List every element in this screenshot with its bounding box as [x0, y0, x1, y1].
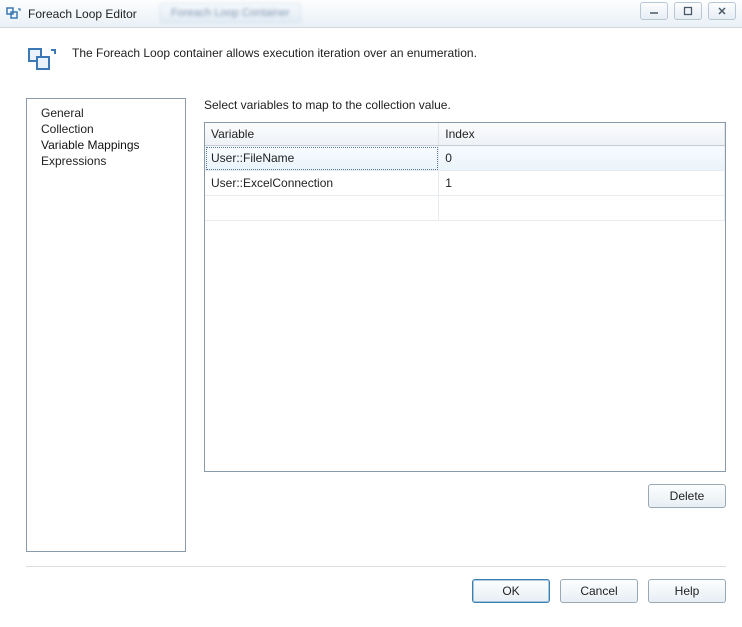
cell-index[interactable]: [439, 196, 725, 221]
variable-mapping-grid[interactable]: Variable Index User::FileName 0 User::Ex…: [204, 122, 726, 472]
column-header-index[interactable]: Index: [439, 123, 725, 146]
cell-variable[interactable]: User::FileName: [205, 146, 439, 171]
help-button[interactable]: Help: [648, 579, 726, 603]
cell-variable[interactable]: User::ExcelConnection: [205, 171, 439, 196]
foreach-loop-large-icon: [26, 44, 58, 76]
maximize-button[interactable]: [674, 2, 702, 20]
table-row[interactable]: User::FileName 0: [205, 146, 725, 171]
sidebar-item-variable-mappings[interactable]: Variable Mappings: [33, 137, 179, 153]
cell-index[interactable]: 0: [439, 146, 725, 171]
variable-mappings-pane: Select variables to map to the collectio…: [204, 98, 726, 552]
ok-button[interactable]: OK: [472, 579, 550, 603]
close-button[interactable]: [708, 2, 736, 20]
main-area: General Collection Variable Mappings Exp…: [0, 98, 742, 552]
foreach-loop-icon: [6, 6, 22, 22]
sidebar-item-collection[interactable]: Collection: [33, 121, 179, 137]
title-bar: Foreach Loop Editor Foreach Loop Contain…: [0, 0, 742, 28]
column-header-variable[interactable]: Variable: [205, 123, 439, 146]
background-tab-label: Foreach Loop Container: [160, 3, 301, 23]
foreach-loop-editor-window: Foreach Loop Editor Foreach Loop Contain…: [0, 0, 742, 627]
cancel-button[interactable]: Cancel: [560, 579, 638, 603]
page-navigation: General Collection Variable Mappings Exp…: [26, 98, 186, 552]
minimize-button[interactable]: [640, 2, 668, 20]
mapping-instruction: Select variables to map to the collectio…: [204, 98, 726, 112]
cell-variable[interactable]: [205, 196, 439, 221]
delete-row: Delete: [204, 484, 726, 508]
window-controls: [640, 2, 736, 20]
sidebar-item-general[interactable]: General: [33, 105, 179, 121]
table-row[interactable]: User::ExcelConnection 1: [205, 171, 725, 196]
dialog-button-bar: OK Cancel Help: [26, 566, 726, 603]
header-description: The Foreach Loop container allows execut…: [72, 42, 477, 60]
sidebar-item-expressions[interactable]: Expressions: [33, 153, 179, 169]
grid-header-row: Variable Index: [205, 123, 725, 146]
delete-button[interactable]: Delete: [648, 484, 726, 508]
table-row-new[interactable]: [205, 196, 725, 221]
header-area: The Foreach Loop container allows execut…: [0, 28, 742, 98]
window-title: Foreach Loop Editor: [28, 7, 137, 21]
cell-index[interactable]: 1: [439, 171, 725, 196]
background-tab: Foreach Loop Container: [160, 3, 301, 23]
